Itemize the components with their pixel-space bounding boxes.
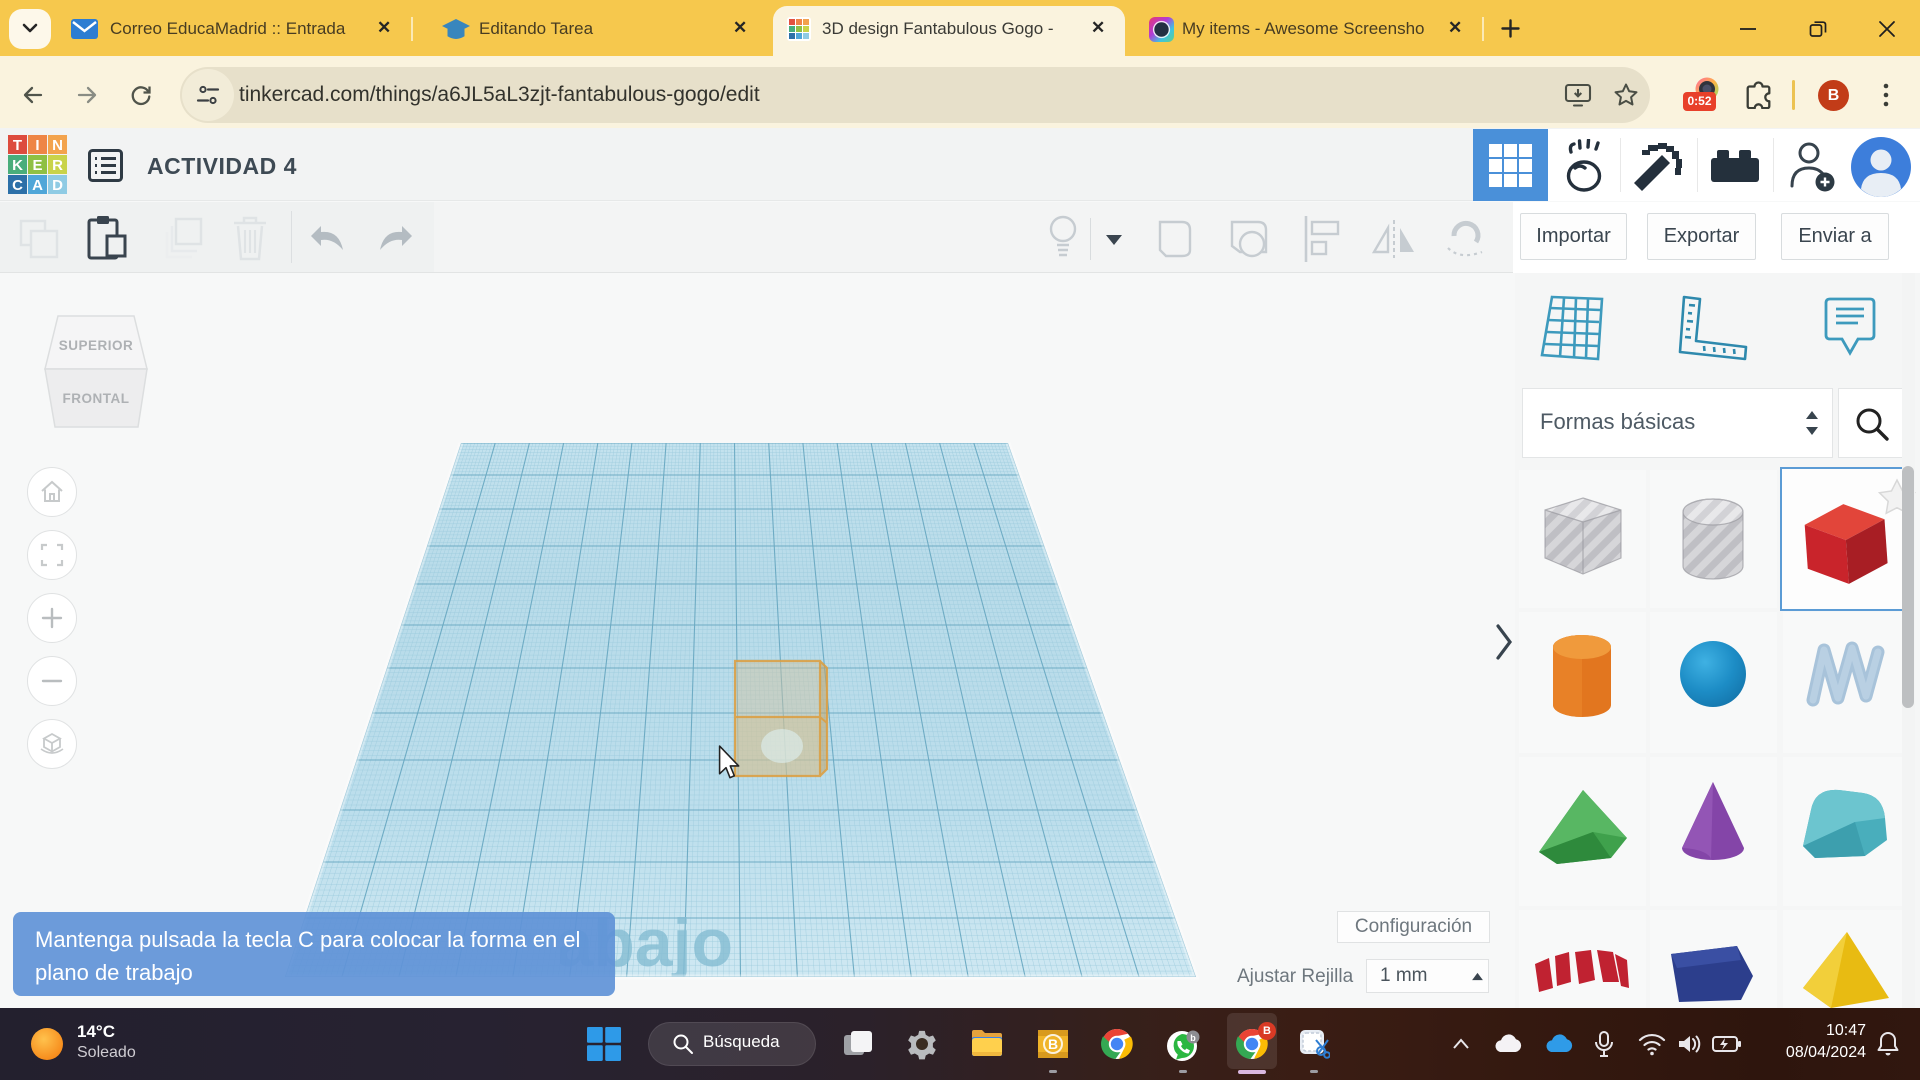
svg-text:D: D (52, 177, 63, 194)
svg-text:C: C (12, 177, 23, 194)
svg-text:E: E (32, 157, 42, 174)
svg-text:T: T (13, 137, 22, 154)
svg-text:b: b (1190, 1033, 1196, 1043)
svg-text:K: K (12, 157, 23, 174)
svg-text:A: A (32, 177, 43, 194)
svg-text:FRONTAL: FRONTAL (63, 391, 130, 406)
svg-text:R: R (52, 157, 63, 174)
svg-text:SUPERIOR: SUPERIOR (59, 338, 134, 353)
svg-text:I: I (35, 137, 39, 154)
svg-text:B: B (1048, 1036, 1058, 1052)
svg-text:N: N (52, 137, 63, 154)
